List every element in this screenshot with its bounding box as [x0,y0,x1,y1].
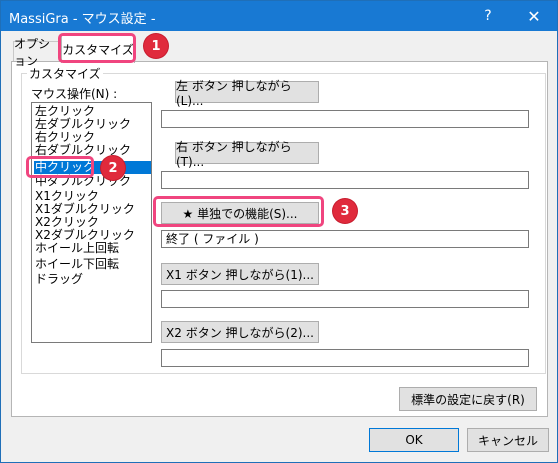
list-item[interactable]: ドラッグ [34,273,151,286]
x2-button-modifier[interactable]: X2 ボタン 押しながら(2)... [161,321,319,343]
single-function-field[interactable]: 終了 ( ファイル ) [161,230,529,248]
x2-button-field[interactable] [161,349,529,367]
customize-group-label: カスタマイズ [27,65,103,82]
annotation-badge-1: 1 [144,34,168,58]
left-button-field[interactable] [161,110,529,128]
mouse-ops-label: マウス操作(N) : [31,87,118,101]
single-function-button[interactable]: ★ 単独での機能(S)... [161,202,319,224]
mouse-ops-list[interactable]: 左クリック 左ダブルクリック 右クリック 右ダブルクリック 中クリック 中ダブル… [31,102,152,343]
list-item[interactable]: 右ダブルクリック [34,144,151,157]
title-bar: MassiGra - マウス設定 - ? ✕ [1,1,557,31]
close-button[interactable]: ✕ [511,1,557,31]
list-item[interactable]: ホイール上回転 [34,242,151,255]
x1-button-field[interactable] [161,290,529,308]
tab-options[interactable]: オプション [13,37,61,68]
left-button-modifier[interactable]: 左 ボタン 押しながら(L)... [175,79,319,108]
annotation-badge-2: 2 [101,156,125,180]
reset-defaults-button[interactable]: 標準の設定に戻す(R) [399,387,537,411]
help-button[interactable]: ? [465,1,511,31]
right-button-modifier[interactable]: 右 ボタン 押しながら(T)... [175,140,319,169]
list-item[interactable]: ホイール下回転 [34,258,151,271]
annotation-badge-3: 3 [333,199,357,223]
right-button-field[interactable] [161,171,529,189]
tab-customize[interactable]: カスタマイズ [61,35,135,63]
list-item[interactable]: 中ダブルクリック [34,175,151,188]
list-item-selected[interactable]: 中クリック [34,161,151,174]
cancel-button[interactable]: キャンセル [467,428,549,452]
settings-dialog: MassiGra - マウス設定 - ? ✕ オプション カスタマイズ カスタマ… [0,0,558,463]
window-title: MassiGra - マウス設定 - [9,12,156,27]
x1-button-modifier[interactable]: X1 ボタン 押しながら(1)... [161,263,319,285]
ok-button[interactable]: OK [369,428,459,452]
